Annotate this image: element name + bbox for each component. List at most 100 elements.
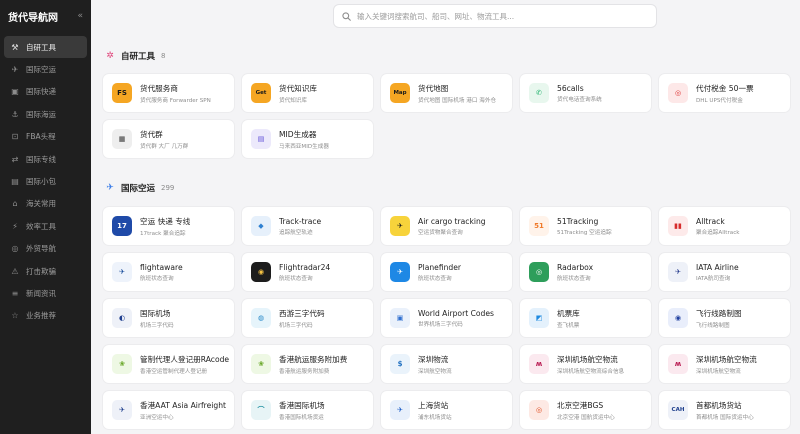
collapse-sidebar-icon[interactable]: « (77, 11, 83, 21)
site-description: DHL UPS代付税金 (696, 97, 743, 104)
site-description: 查飞机票 (557, 322, 580, 329)
site-card[interactable]: 51 51Tracking 51Tracking 空运追踪 (520, 207, 651, 245)
sidebar-item[interactable]: ◎ 外贸导航 (4, 238, 87, 260)
site-logo-icon: ❀ (251, 354, 271, 374)
site-description: 航班状态查询 (140, 275, 174, 282)
site-name: 货代服务商 (140, 83, 178, 93)
sidebar-item[interactable]: ▣ 国际快递 (4, 81, 87, 103)
site-name: 深圳机场航空物流 (557, 354, 618, 364)
site-logo-icon: ▮▮ (668, 216, 688, 236)
sidebar-item[interactable]: ≡ 新闻资讯 (4, 282, 87, 304)
site-name: 国际机场 (140, 308, 171, 318)
sidebar-item-label: FBA头程 (26, 132, 56, 142)
site-description: 深圳机场航空物流综合信息 (557, 368, 625, 375)
site-description: 香港国际机场货运 (279, 414, 324, 421)
site-card[interactable]: ʍ 深圳机场航空物流 深圳机场航空物流综合信息 (520, 345, 651, 383)
site-description: 浦东机场货站 (418, 414, 452, 421)
site-description: 17track 聚合追踪 (140, 230, 186, 237)
site-card[interactable]: ◍ 西游三字代码 机场三字代码 (242, 299, 373, 337)
sidebar-item[interactable]: ✈ 国际空运 (4, 58, 87, 80)
site-card[interactable]: ▤ MID生成器 马来西亚MID生成器 (242, 120, 373, 158)
site-card[interactable]: ✈ flightaware 航班状态查询 (103, 253, 234, 291)
site-card[interactable]: ⌒ 香港国际机场 香港国际机场货运 (242, 391, 373, 429)
site-card[interactable]: ◉ 飞行线路制图 飞行线路制图 (659, 299, 790, 337)
sidebar-item[interactable]: ☆ 业务推荐 (4, 305, 87, 327)
customs-icon: ⌂ (12, 199, 18, 209)
sidebar: 货代导航网 « ⚒ 自研工具 ✈ 国际空运 ▣ 国际快递 ⚓ 国际海运 ⊡ FBA头程 ⇄ 国际专线 ▤… (0, 0, 91, 434)
site-name: 飞行线路制图 (696, 308, 742, 318)
site-name: 51Tracking (557, 216, 599, 226)
site-card[interactable]: ◎ 北京空港BGS 北京空港 国航货运中心 (520, 391, 651, 429)
site-card[interactable]: CAH 首都机场货站 首都机场 国际货运中心 (659, 391, 790, 429)
site-card[interactable]: ◐ 国际机场 机场三字代码 (103, 299, 234, 337)
site-description: 航班状态查询 (557, 275, 591, 282)
site-card[interactable]: ❀ 香港航运服务附加费 香港航运服务附加费 (242, 345, 373, 383)
site-card[interactable]: ✈ 上海货站 浦东机场货站 (381, 391, 512, 429)
site-card[interactable]: ✈ 香港AAT Asia Airfreight 亚洲空运中心 (103, 391, 234, 429)
site-logo-icon: ◍ (251, 308, 271, 328)
box-icon: ▣ (11, 87, 19, 97)
site-logo-icon: ◎ (668, 83, 688, 103)
site-card[interactable]: ✈ IATA Airline IATA航司查询 (659, 253, 790, 291)
site-card[interactable]: ▣ World Airport Codes 世界机场三字代码 (381, 299, 512, 337)
site-description: 深圳航空物流 (418, 368, 452, 375)
site-card[interactable]: ◎ 代付税金 50一票 DHL UPS代付税金 (659, 74, 790, 112)
site-card[interactable]: 17 空运 快递 专线 17track 聚合追踪 (103, 207, 234, 245)
site-name: 空运 快递 专线 (140, 216, 191, 226)
site-description: 飞行线路制图 (696, 322, 730, 329)
site-name: Track-trace (279, 216, 322, 226)
site-name: flightaware (140, 262, 183, 272)
cart-icon: ⊡ (11, 132, 19, 142)
site-description: 香港空运管制代理人登记册 (140, 368, 208, 375)
site-logo-icon: ⌒ (251, 400, 271, 420)
site-card[interactable]: ✈ Planefinder 航班状态查询 (381, 253, 512, 291)
sidebar-item[interactable]: ⇄ 国际专线 (4, 148, 87, 170)
site-card[interactable]: ✈ Air cargo tracking 空运货物聚合查询 (381, 207, 512, 245)
search-bar[interactable] (333, 4, 657, 28)
sidebar-item-label: 效率工具 (26, 221, 56, 231)
sidebar-item-label: 打击欺骗 (26, 266, 56, 276)
sidebar-item-label: 国际快递 (26, 87, 56, 97)
site-name: 西游三字代码 (279, 308, 325, 318)
site-logo-icon: ✈ (112, 400, 132, 420)
site-name: Alltrack (696, 216, 725, 226)
sidebar-item[interactable]: ▤ 国际小包 (4, 170, 87, 192)
site-description: 追踪航空轨迹 (279, 229, 313, 236)
site-name: Flightradar24 (279, 262, 331, 272)
tool-icon: ⚒ (11, 42, 19, 52)
site-card[interactable]: ʍ 深圳机场航空物流 深圳机场航空物流 (659, 345, 790, 383)
sidebar-item[interactable]: ⚓ 国际海运 (4, 103, 87, 125)
sidebar-item[interactable]: ⚡ 效率工具 (4, 215, 87, 237)
search-input[interactable] (357, 11, 648, 21)
site-card[interactable]: ▮▮ Alltrack 聚合追踪Alltrack (659, 207, 790, 245)
site-card[interactable]: Get 货代知识库 货代知识库 (242, 74, 373, 112)
site-card[interactable]: Map 货代地图 货代地图 国际机场 港口 海外仓 (381, 74, 512, 112)
site-card[interactable]: ✆ 56calls 货代电话查询系统 (520, 74, 651, 112)
site-description: 马来西亚MID生成器 (279, 143, 329, 150)
site-card[interactable]: ❀ 管制代理人登记册RAcode 香港空运管制代理人登记册 (103, 345, 234, 383)
sidebar-item[interactable]: ⊡ FBA头程 (4, 126, 87, 148)
site-card[interactable]: ◆ Track-trace 追踪航空轨迹 (242, 207, 373, 245)
site-card[interactable]: ▦ 货代群 货代群 大厂 几万群 (103, 120, 234, 158)
site-description: 航班状态查询 (279, 275, 313, 282)
site-logo-icon: ◎ (529, 400, 549, 420)
site-description: 北京空港 国航货运中心 (557, 414, 615, 421)
site-description: 深圳机场航空物流 (696, 368, 741, 375)
site-logo-icon: ◐ (112, 308, 132, 328)
site-card[interactable]: ◉ Flightradar24 航班状态查询 (242, 253, 373, 291)
site-card[interactable]: ◩ 机票库 查飞机票 (520, 299, 651, 337)
sidebar-item[interactable]: ⚒ 自研工具 (4, 36, 87, 59)
site-card[interactable]: ◎ Radarbox 航班状态查询 (520, 253, 651, 291)
site-logo-icon: ʍ (529, 354, 549, 374)
sidebar-item[interactable]: ⚠ 打击欺骗 (4, 260, 87, 282)
site-logo-icon: ✈ (390, 400, 410, 420)
site-description: 首都机场 国际货运中心 (696, 414, 754, 421)
site-name: 货代地图 (418, 83, 449, 93)
site-card[interactable]: $ 深圳物流 深圳航空物流 (381, 345, 512, 383)
site-logo-icon: ✆ (529, 83, 549, 103)
sidebar-item[interactable]: ⌂ 海关常用 (4, 193, 87, 215)
site-description: 聚合追踪Alltrack (696, 229, 740, 236)
sidebar-item-label: 业务推荐 (26, 311, 56, 321)
site-card[interactable]: FS 货代服务商 货代服务商 Forwarder SPN (103, 74, 234, 112)
site-logo-icon: CAH (668, 400, 688, 420)
